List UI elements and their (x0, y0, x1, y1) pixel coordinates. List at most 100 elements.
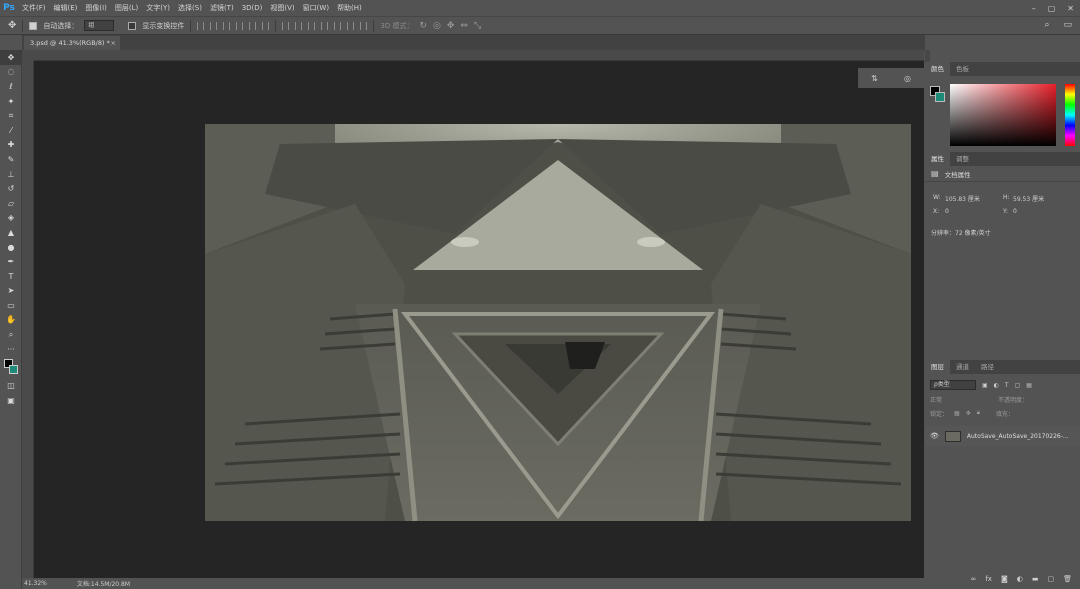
path-selection-tool-icon[interactable]: ➤ (0, 284, 22, 299)
zoom-level[interactable]: 41.32% (24, 580, 47, 587)
horizontal-ruler[interactable] (34, 50, 924, 61)
close-button[interactable]: ✕ (1067, 4, 1074, 13)
vertical-ruler[interactable] (22, 61, 34, 578)
hand-tool-icon[interactable]: ✋ (0, 313, 22, 328)
menu-filter[interactable]: 滤镜(T) (206, 0, 238, 16)
y-value[interactable]: 0 (1013, 208, 1017, 215)
tab-properties[interactable]: 属性 (925, 152, 950, 166)
eyedropper-tool-icon[interactable]: ⁄ (0, 123, 22, 138)
align-vcenter-icon[interactable] (210, 21, 218, 30)
magic-wand-tool-icon[interactable]: ✦ (0, 94, 22, 109)
delete-layer-icon[interactable]: 🗑︎ (1063, 575, 1072, 583)
height-value[interactable]: 59.53 厘米 (1013, 194, 1044, 203)
filter-shape-icon[interactable]: ▢ (1015, 382, 1021, 389)
width-value[interactable]: 105.83 厘米 (945, 194, 980, 203)
color-picker-field[interactable] (950, 84, 1056, 146)
menu-window[interactable]: 窗口(W) (299, 0, 333, 16)
3d-roll-icon[interactable]: ◎ (433, 21, 441, 31)
tab-channels[interactable]: 通道 (950, 360, 975, 374)
visibility-eye-icon[interactable]: 👁︎ (930, 432, 939, 440)
lock-pixels-icon[interactable]: ▦ (954, 410, 960, 417)
background-color-swatch[interactable] (9, 365, 18, 375)
tab-adjustments[interactable]: 调整 (950, 152, 975, 166)
search-icon[interactable]: ⌕ (1044, 20, 1049, 30)
move-tool-icon[interactable]: ✥ (8, 20, 16, 31)
filter-adjust-icon[interactable]: ◐ (994, 382, 999, 389)
layer-style-icon[interactable]: fx (985, 575, 992, 583)
layer-row[interactable]: 👁︎ AutoSave_AutoSave_20170226-... (925, 426, 1080, 446)
menu-select[interactable]: 选择(S) (174, 0, 206, 16)
distribute-vcenter-icon[interactable] (295, 21, 303, 30)
menu-edit[interactable]: 编辑(E) (50, 0, 82, 16)
lock-position-icon[interactable]: ✥ (966, 410, 971, 417)
new-group-icon[interactable]: ▬ (1032, 575, 1039, 583)
distribute-bottom-icon[interactable] (308, 21, 316, 30)
layer-filter-dropdown[interactable]: ρ类型 (930, 380, 976, 390)
adjustment-layer-icon[interactable]: ◐ (1017, 575, 1023, 583)
distribute-top-icon[interactable] (282, 21, 290, 30)
filter-pixel-icon[interactable]: ▣ (982, 382, 988, 389)
tab-paths[interactable]: 路径 (975, 360, 1000, 374)
menu-view[interactable]: 视图(V) (266, 0, 298, 16)
crop-tool-icon[interactable]: ⌗ (0, 108, 22, 123)
new-layer-icon[interactable]: ▢ (1047, 575, 1054, 583)
distribute-hcenter-icon[interactable] (334, 21, 342, 30)
auto-align-icon[interactable] (360, 21, 368, 30)
background-color-swatch[interactable] (935, 92, 945, 102)
rectangle-tool-icon[interactable]: ▭ (0, 298, 22, 313)
zoom-tool-icon[interactable]: ⌕ (0, 327, 22, 342)
align-left-icon[interactable] (236, 21, 244, 30)
brush-tool-icon[interactable]: ✎ (0, 152, 22, 167)
document-image[interactable] (205, 124, 911, 521)
filter-smart-icon[interactable]: ▤ (1026, 382, 1032, 389)
blend-mode-dropdown[interactable]: 正常 (930, 395, 942, 404)
menu-help[interactable]: 帮助(H) (333, 0, 366, 16)
tab-swatches[interactable]: 色板 (950, 62, 975, 76)
quick-mask-icon[interactable]: ◫ (0, 378, 22, 393)
distribute-left-icon[interactable] (321, 21, 329, 30)
screen-mode-icon[interactable]: ▣ (0, 393, 22, 408)
lasso-tool-icon[interactable]: ℓ (0, 79, 22, 94)
menu-image[interactable]: 图像(I) (81, 0, 111, 16)
healing-brush-tool-icon[interactable]: ✚ (0, 138, 22, 153)
layer-name[interactable]: AutoSave_AutoSave_20170226-... (967, 433, 1069, 440)
3d-slide-icon[interactable]: ⇔ (460, 21, 468, 31)
3d-scale-icon[interactable]: ⤡ (474, 21, 481, 31)
marquee-tool-icon[interactable]: ◌ (0, 65, 22, 80)
add-mask-icon[interactable]: ◙ (1001, 575, 1008, 583)
align-hcenter-icon[interactable] (249, 21, 257, 30)
lock-all-icon[interactable]: 🔒︎ (977, 409, 980, 417)
tab-color[interactable]: 颜色 (925, 62, 950, 76)
3d-rotate-icon[interactable]: ↻ (419, 21, 427, 31)
paint-bucket-tool-icon[interactable]: ◈ (0, 211, 22, 226)
move-tool-icon[interactable]: ✥ (0, 50, 22, 65)
menu-type[interactable]: 文字(Y) (142, 0, 174, 16)
auto-select-dropdown[interactable]: 组 (84, 20, 115, 31)
history-icon[interactable]: ⇅ (871, 74, 878, 83)
3d-pan-icon[interactable]: ✥ (447, 21, 455, 31)
workspace-icon[interactable]: ▭ (1063, 20, 1072, 30)
menu-file[interactable]: 文件(F) (18, 0, 50, 16)
color-swatches-icon[interactable] (0, 356, 22, 378)
history-brush-tool-icon[interactable]: ↺ (0, 181, 22, 196)
blur-tool-icon[interactable]: ▲ (0, 225, 22, 240)
show-transform-checkbox[interactable] (128, 21, 137, 30)
hue-slider[interactable] (1065, 84, 1075, 146)
more-tools-icon[interactable]: ··· (0, 342, 22, 357)
menu-3d[interactable]: 3D(D) (238, 0, 267, 16)
minimize-button[interactable]: – (1032, 4, 1036, 13)
maximize-button[interactable]: ▢ (1048, 4, 1056, 13)
menu-layer[interactable]: 图层(L) (111, 0, 142, 16)
close-tab-icon[interactable]: × (111, 36, 116, 50)
align-bottom-icon[interactable] (223, 21, 231, 30)
align-top-icon[interactable] (197, 21, 205, 30)
auto-select-checkbox[interactable] (29, 21, 38, 30)
type-tool-icon[interactable]: T (0, 269, 22, 284)
link-layers-icon[interactable]: ∞ (971, 575, 977, 583)
filter-type-icon[interactable]: T (1005, 382, 1009, 389)
pen-tool-icon[interactable]: ✒ (0, 254, 22, 269)
align-right-icon[interactable] (262, 21, 270, 30)
distribute-right-icon[interactable] (347, 21, 355, 30)
eraser-tool-icon[interactable]: ▱ (0, 196, 22, 211)
tab-layers[interactable]: 图层 (925, 360, 950, 374)
